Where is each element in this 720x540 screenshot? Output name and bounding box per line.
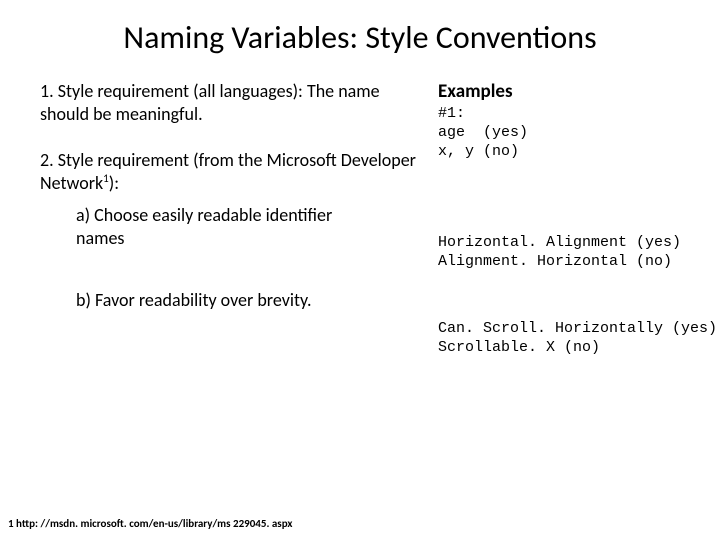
item1-text: Style requirement (all languages): The n…	[40, 80, 380, 125]
sub-b-label: b)	[76, 289, 95, 311]
slide-title: Naming Variables: Style Conventions	[0, 18, 720, 57]
item2-text-after: ):	[109, 172, 119, 194]
slide: Naming Variables: Style Conventions 1. S…	[0, 0, 720, 540]
example-1: #1: age (yes) x, y (no)	[438, 105, 708, 161]
list-item-2: 2. Style requirement (from the Microsoft…	[40, 149, 420, 194]
item1-number: 1.	[40, 80, 58, 102]
footnote: 1 http: //msdn. microsoft. com/en-us/lib…	[8, 517, 292, 530]
list-item-1: 1. Style requirement (all languages): Th…	[40, 80, 420, 125]
right-column: Examples #1: age (yes) x, y (no)	[438, 80, 708, 161]
example-2: Horizontal. Alignment (yes) Alignment. H…	[438, 234, 718, 272]
left-column: 1. Style requirement (all languages): Th…	[40, 80, 420, 312]
sub-b-text: Favor readability over brevity.	[95, 289, 312, 311]
sub-a-label: a)	[76, 204, 94, 226]
sublist-item-a: a) Choose easily readable identifier nam…	[76, 204, 336, 249]
item2-number: 2.	[40, 149, 58, 171]
item2-text-before: Style requirement (from the Microsoft De…	[40, 149, 416, 194]
examples-heading: Examples	[438, 80, 708, 103]
example-3: Can. Scroll. Horizontally (yes) Scrollab…	[438, 320, 718, 358]
sublist-item-b: b) Favor readability over brevity.	[76, 289, 336, 312]
sub-a-text: Choose easily readable identifier names	[76, 204, 332, 249]
